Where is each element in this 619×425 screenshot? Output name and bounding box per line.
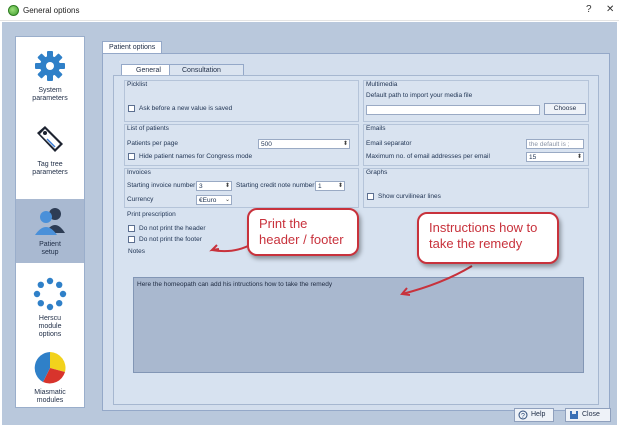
main-frame: System parameters Tag tree parameters Pa… — [2, 22, 617, 425]
instructions-callout: Instructions how to take the remedy — [417, 212, 559, 264]
help-button[interactable]: ? Help — [514, 408, 554, 422]
help-circle-icon: ? — [518, 410, 528, 420]
svg-text:?: ? — [521, 413, 525, 420]
app-icon — [8, 5, 19, 16]
close-label: Close — [582, 411, 600, 418]
help-icon[interactable]: ? — [586, 4, 592, 15]
print-callout: Print the header / footer — [247, 208, 359, 256]
save-close-icon — [569, 410, 579, 420]
close-button[interactable]: Close — [565, 408, 611, 422]
help-label: Help — [531, 411, 546, 418]
print-arrowhead — [209, 244, 220, 252]
title-bar: General options ? ✕ — [0, 0, 619, 21]
close-icon[interactable]: ✕ — [606, 4, 614, 15]
window-title: General options — [23, 6, 80, 15]
instructions-callout-arrow — [401, 265, 473, 295]
